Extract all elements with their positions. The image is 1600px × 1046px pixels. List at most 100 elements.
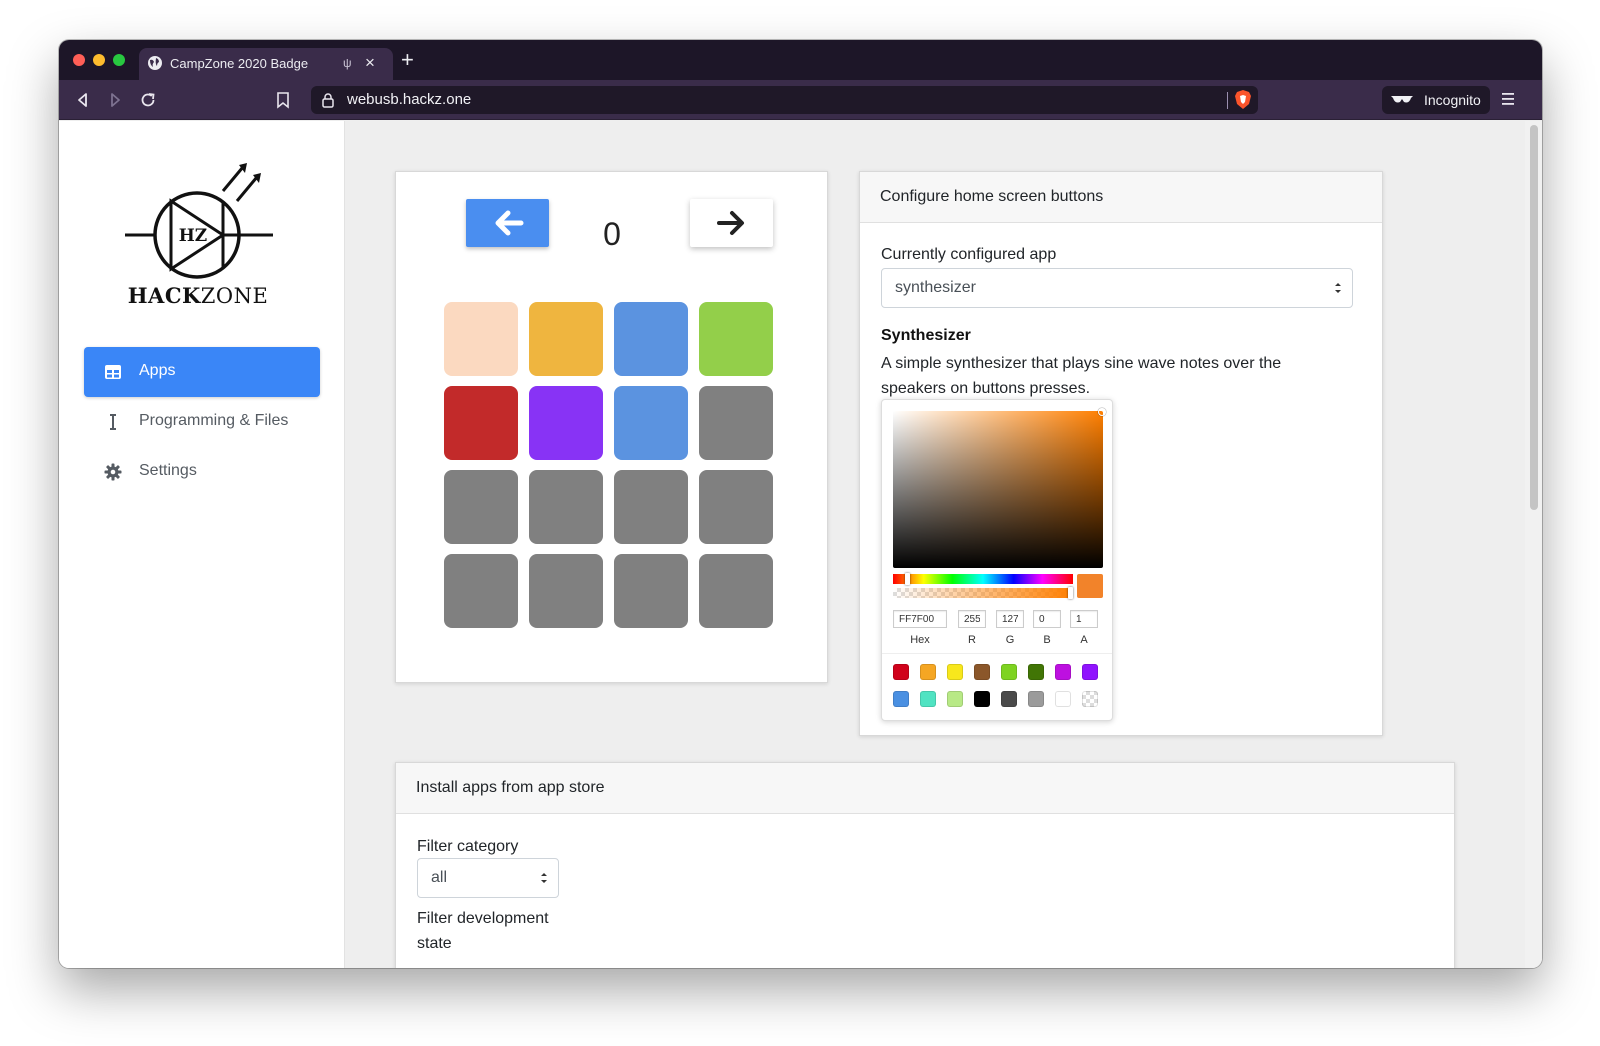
preset-swatch-4[interactable] — [974, 664, 990, 680]
hue-knob[interactable] — [905, 573, 911, 585]
configure-header: Configure home screen buttons — [860, 172, 1382, 223]
filter-category-label: Filter category — [417, 838, 519, 855]
grid-button-12[interactable] — [699, 470, 773, 544]
filter-category-select[interactable]: all — [417, 858, 559, 898]
home-screen-card: 0 — [395, 171, 828, 683]
grid-button-2[interactable] — [529, 302, 603, 376]
browser-tab[interactable]: CampZone 2020 Badge ψ × — [139, 48, 393, 80]
preset-swatch-9[interactable] — [893, 691, 909, 707]
grid-button-1[interactable] — [444, 302, 518, 376]
app-select[interactable]: synthesizer — [881, 268, 1353, 308]
back-icon[interactable] — [73, 90, 93, 110]
install-header: Install apps from app store — [396, 763, 1454, 814]
logo-text-hack: HACK — [127, 283, 201, 308]
grid-button-9[interactable] — [444, 470, 518, 544]
configure-card: Configure home screen buttons Currently … — [859, 171, 1383, 736]
url-divider — [1227, 92, 1228, 109]
grid-button-11[interactable] — [614, 470, 688, 544]
grid-button-4[interactable] — [699, 302, 773, 376]
minimize-window-button[interactable] — [93, 54, 105, 66]
preset-swatch-12[interactable] — [974, 691, 990, 707]
grid-button-6[interactable] — [529, 386, 603, 460]
bookmark-icon[interactable] — [273, 90, 293, 110]
grid-button-3[interactable] — [614, 302, 688, 376]
install-apps-card: Install apps from app store Filter categ… — [395, 762, 1455, 968]
sidebar-item-settings[interactable]: Settings — [84, 447, 320, 497]
page-content: HZ HACKZONE Apps Programming & Files Set… — [59, 121, 1542, 968]
button-grid — [444, 302, 780, 628]
hex-label: Hex — [910, 634, 930, 646]
globe-icon — [148, 56, 162, 70]
grid-button-8[interactable] — [699, 386, 773, 460]
url-text: webusb.hackz.one — [347, 91, 472, 108]
app-select-value: synthesizer — [895, 279, 976, 296]
preset-swatch-6[interactable] — [1028, 664, 1044, 680]
menu-icon[interactable] — [1500, 89, 1516, 109]
logo-letters: HZ — [179, 226, 207, 246]
scrollbar-thumb[interactable] — [1530, 125, 1538, 510]
filter-dev-state-label: Filter development state — [417, 910, 549, 952]
forward-icon[interactable] — [105, 90, 125, 110]
page-number: 0 — [603, 216, 621, 252]
red-input[interactable] — [958, 610, 986, 628]
preset-swatch-14[interactable] — [1028, 691, 1044, 707]
grid-button-7[interactable] — [614, 386, 688, 460]
preset-swatch-2[interactable] — [920, 664, 936, 680]
gear-icon — [104, 463, 122, 481]
new-tab-button[interactable]: + — [401, 47, 414, 73]
grid-button-16[interactable] — [699, 554, 773, 628]
sidebar-item-label: Settings — [139, 462, 197, 479]
logo-text-zone: ZONE — [200, 284, 269, 308]
maximize-window-button[interactable] — [113, 54, 125, 66]
usb-icon: ψ — [343, 56, 352, 70]
grid-button-14[interactable] — [529, 554, 603, 628]
incognito-icon — [1391, 96, 1413, 103]
saturation-area[interactable] — [893, 408, 1106, 568]
preset-swatch-1[interactable] — [893, 664, 909, 680]
green-label: G — [1005, 634, 1015, 646]
sidebar-item-apps[interactable]: Apps — [84, 347, 320, 397]
preset-swatch-7[interactable] — [1055, 664, 1071, 680]
grid-button-5[interactable] — [444, 386, 518, 460]
blue-input[interactable] — [1033, 610, 1061, 628]
green-input[interactable] — [996, 610, 1024, 628]
saturation-knob[interactable] — [1098, 408, 1106, 416]
blue-label: B — [1043, 634, 1051, 646]
preset-swatch-10[interactable] — [920, 691, 936, 707]
tab-close-button[interactable]: × — [365, 53, 375, 73]
alpha-input[interactable] — [1070, 610, 1098, 628]
hex-input[interactable] — [893, 610, 947, 628]
alpha-slider[interactable] — [893, 587, 1073, 599]
arrow-right-icon — [717, 211, 744, 235]
grid-button-13[interactable] — [444, 554, 518, 628]
grid-button-15[interactable] — [614, 554, 688, 628]
sidebar-item-programming-files[interactable]: Programming & Files — [84, 397, 320, 447]
preset-swatch-3[interactable] — [947, 664, 963, 680]
incognito-badge[interactable]: Incognito — [1382, 86, 1490, 114]
next-page-button[interactable] — [690, 199, 773, 247]
preset-swatch-8[interactable] — [1082, 664, 1098, 680]
grid-button-10[interactable] — [529, 470, 603, 544]
sidebar-item-label: Programming & Files — [139, 412, 289, 429]
lock-icon — [322, 93, 334, 108]
current-app-label: Currently configured app — [881, 246, 1057, 263]
select-caret-icon — [541, 873, 547, 883]
tab-title: CampZone 2020 Badge — [170, 56, 309, 71]
address-bar[interactable]: webusb.hackz.one — [311, 86, 1258, 114]
filter-category-value: all — [431, 869, 448, 886]
preset-swatch-13[interactable] — [1001, 691, 1017, 707]
brave-shield-icon[interactable] — [1234, 90, 1252, 110]
preset-swatch-15[interactable] — [1055, 691, 1071, 707]
alpha-label: A — [1080, 634, 1088, 646]
preset-swatch-5[interactable] — [1001, 664, 1017, 680]
previous-page-button[interactable] — [466, 199, 549, 247]
preset-divider — [882, 653, 1112, 654]
preset-swatch-11[interactable] — [947, 691, 963, 707]
sidebar-item-label: Apps — [139, 362, 176, 379]
preset-swatch-16[interactable] — [1082, 691, 1098, 707]
reload-icon[interactable] — [138, 90, 158, 110]
hue-slider[interactable] — [893, 573, 1073, 585]
app-name: Synthesizer — [881, 327, 971, 344]
alpha-knob[interactable] — [1068, 587, 1073, 599]
close-window-button[interactable] — [73, 54, 85, 66]
